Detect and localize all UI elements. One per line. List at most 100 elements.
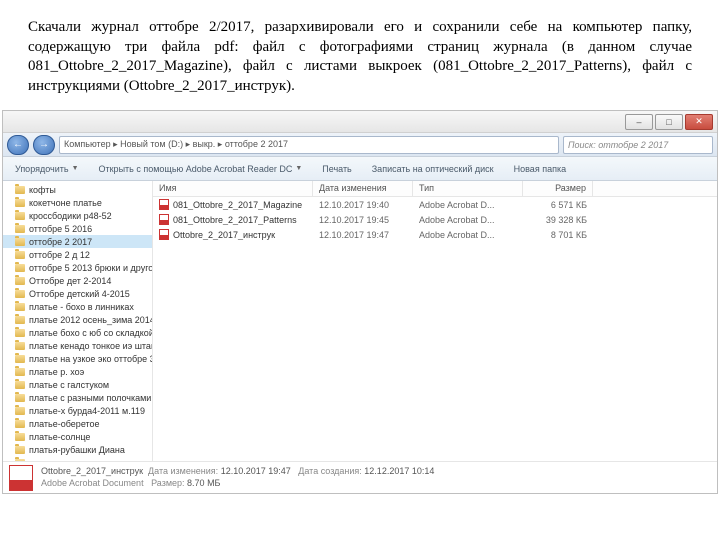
folder-icon xyxy=(15,329,25,337)
sidebar-item[interactable]: платье-трапеция на кокетке с лампасами и xyxy=(3,456,152,461)
sidebar-item[interactable]: платье с галстуком xyxy=(3,378,152,391)
file-date: 12.10.2017 19:45 xyxy=(313,215,413,225)
pdf-icon xyxy=(159,199,169,210)
sidebar-item-label: кофты xyxy=(29,185,56,195)
sidebar-item-label: платье-х бурда4-2011 м.119 xyxy=(29,406,145,416)
status-filename: Ottobre_2_2017_инструк xyxy=(41,466,143,476)
file-type: Adobe Acrobat D... xyxy=(413,200,523,210)
status-size: 8.70 МБ xyxy=(187,478,220,488)
sidebar-item[interactable]: платье на узкое эко оттобре 3-2013 xyxy=(3,352,152,365)
close-button[interactable]: ✕ xyxy=(685,114,713,130)
window-titlebar: – □ ✕ xyxy=(3,111,717,133)
sidebar-item[interactable]: кофты xyxy=(3,183,152,196)
file-row[interactable]: 081_Ottobre_2_2017_Patterns 12.10.2017 19… xyxy=(153,212,717,227)
sidebar-item-label: Оттобре детский 4-2015 xyxy=(29,289,130,299)
sidebar-item[interactable]: оттобре 5 2013 брюки и другое xyxy=(3,261,152,274)
sidebar-item-label: оттобре 2 2017 xyxy=(29,237,92,247)
status-text: Ottobre_2_2017_инструк Дата изменения: 1… xyxy=(41,466,434,489)
pdf-icon xyxy=(159,214,169,225)
sidebar-item[interactable]: платье кенадо тонкое иэ штапеля xyxy=(3,339,152,352)
file-pane: Имя Дата изменения Тип Размер 081_Ottobr… xyxy=(153,181,717,461)
sidebar-item-label: кокетчоне платье xyxy=(29,198,102,208)
sidebar-item[interactable]: Оттобре дет 2-2014 xyxy=(3,274,152,287)
forward-button[interactable]: → xyxy=(33,135,55,155)
folder-icon xyxy=(15,277,25,285)
col-type[interactable]: Тип xyxy=(413,181,523,196)
status-bar: Ottobre_2_2017_инструк Дата изменения: 1… xyxy=(3,461,717,493)
file-size: 39 328 КБ xyxy=(523,215,593,225)
sidebar-item-label: платье-трапеция на кокетке с лампасами и xyxy=(29,458,152,462)
col-size[interactable]: Размер xyxy=(523,181,593,196)
sidebar-item[interactable]: платье - бохо в линниках xyxy=(3,300,152,313)
sidebar-item-label: оттобре 2 д 12 xyxy=(29,250,90,260)
sidebar-item[interactable]: Оттобре детский 4-2015 xyxy=(3,287,152,300)
pdf-icon xyxy=(159,229,169,240)
status-date-created-label: Дата создания: xyxy=(298,466,362,476)
status-date-mod: 12.10.2017 19:47 xyxy=(221,466,291,476)
sidebar-item-label: оттобре 5 2016 xyxy=(29,224,92,234)
sidebar-item-label: платье с разными полочками xyxy=(29,393,151,403)
sidebar-item-label: платье кенадо тонкое иэ штапеля xyxy=(29,341,152,351)
status-filetype: Adobe Acrobat Document xyxy=(41,478,144,488)
organize-button[interactable]: Упорядочить▼ xyxy=(9,162,85,176)
folder-icon xyxy=(15,186,25,194)
col-date[interactable]: Дата изменения xyxy=(313,181,413,196)
sidebar-item[interactable]: кроссбодики р48-52 xyxy=(3,209,152,222)
file-row[interactable]: 081_Ottobre_2_2017_Magazine 12.10.2017 19… xyxy=(153,197,717,212)
sidebar-item-label: платье с галстуком xyxy=(29,380,109,390)
folder-icon xyxy=(15,459,25,462)
col-name[interactable]: Имя xyxy=(153,181,313,196)
sidebar-item[interactable]: платье р. хоэ xyxy=(3,365,152,378)
explorer-body: кофты кокетчоне платье кроссбодики р48-52 о… xyxy=(3,181,717,461)
sidebar-item-label: оттобре 5 2013 брюки и другое xyxy=(29,263,152,273)
sidebar-item[interactable]: платья-рубашки Диана xyxy=(3,443,152,456)
print-button[interactable]: Печать xyxy=(316,162,357,176)
sidebar-item[interactable]: оттобре 2 д 12 xyxy=(3,248,152,261)
address-bar: ← → Компьютер ▸ Новый том (D:) ▸ выкр. ▸… xyxy=(3,133,717,157)
status-date-created: 12.12.2017 10:14 xyxy=(364,466,434,476)
file-size: 8 701 КБ xyxy=(523,230,593,240)
file-date: 12.10.2017 19:47 xyxy=(313,230,413,240)
file-size: 6 571 КБ xyxy=(523,200,593,210)
minimize-button[interactable]: – xyxy=(625,114,653,130)
burn-button[interactable]: Записать на оптический диск xyxy=(366,162,500,176)
file-date: 12.10.2017 19:40 xyxy=(313,200,413,210)
sidebar-item[interactable]: платье бохо с юб со складкой по спине xyxy=(3,326,152,339)
description-text: Скачали журнал оттобре 2/2017, разархиви… xyxy=(0,0,720,106)
newfolder-button[interactable]: Новая папка xyxy=(508,162,572,176)
status-size-label: Размер: xyxy=(151,478,184,488)
folder-icon xyxy=(15,420,25,428)
sidebar-item[interactable]: платье-оберетое xyxy=(3,417,152,430)
sidebar-item[interactable]: платье с разными полочками xyxy=(3,391,152,404)
file-list: 081_Ottobre_2_2017_Magazine 12.10.2017 19… xyxy=(153,197,717,242)
file-name: 081_Ottobre_2_2017_Magazine xyxy=(173,200,302,210)
folder-icon xyxy=(15,342,25,350)
back-button[interactable]: ← xyxy=(7,135,29,155)
sidebar-item-label: платье-солнце xyxy=(29,432,90,442)
sidebar-item[interactable]: кокетчоне платье xyxy=(3,196,152,209)
file-row[interactable]: Ottobre_2_2017_инструк 12.10.2017 19:47Ad… xyxy=(153,227,717,242)
sidebar-item-label: кроссбодики р48-52 xyxy=(29,211,112,221)
folder-icon xyxy=(15,381,25,389)
folder-icon xyxy=(15,316,25,324)
folder-icon xyxy=(15,407,25,415)
folder-icon xyxy=(15,251,25,259)
folder-icon xyxy=(15,394,25,402)
sidebar-item[interactable]: платье 2012 осень_зима 2014 xyxy=(3,313,152,326)
sidebar-item[interactable]: платье-солнце xyxy=(3,430,152,443)
sidebar-item[interactable]: платье-х бурда4-2011 м.119 xyxy=(3,404,152,417)
address-path[interactable]: Компьютер ▸ Новый том (D:) ▸ выкр. ▸ отт… xyxy=(59,136,559,154)
folder-icon xyxy=(15,290,25,298)
sidebar-item[interactable]: оттобре 5 2016 xyxy=(3,222,152,235)
file-name: Ottobre_2_2017_инструк xyxy=(173,230,275,240)
file-type: Adobe Acrobat D... xyxy=(413,230,523,240)
open-with-button[interactable]: Открыть с помощью Adobe Acrobat Reader D… xyxy=(93,162,309,176)
column-headers: Имя Дата изменения Тип Размер xyxy=(153,181,717,197)
folder-icon xyxy=(15,446,25,454)
search-input[interactable]: Поиск: оттобре 2 2017 xyxy=(563,136,713,154)
file-type: Adobe Acrobat D... xyxy=(413,215,523,225)
file-name: 081_Ottobre_2_2017_Patterns xyxy=(173,215,297,225)
sidebar-item[interactable]: оттобре 2 2017 xyxy=(3,235,152,248)
maximize-button[interactable]: □ xyxy=(655,114,683,130)
sidebar-item-label: платья-рубашки Диана xyxy=(29,445,125,455)
